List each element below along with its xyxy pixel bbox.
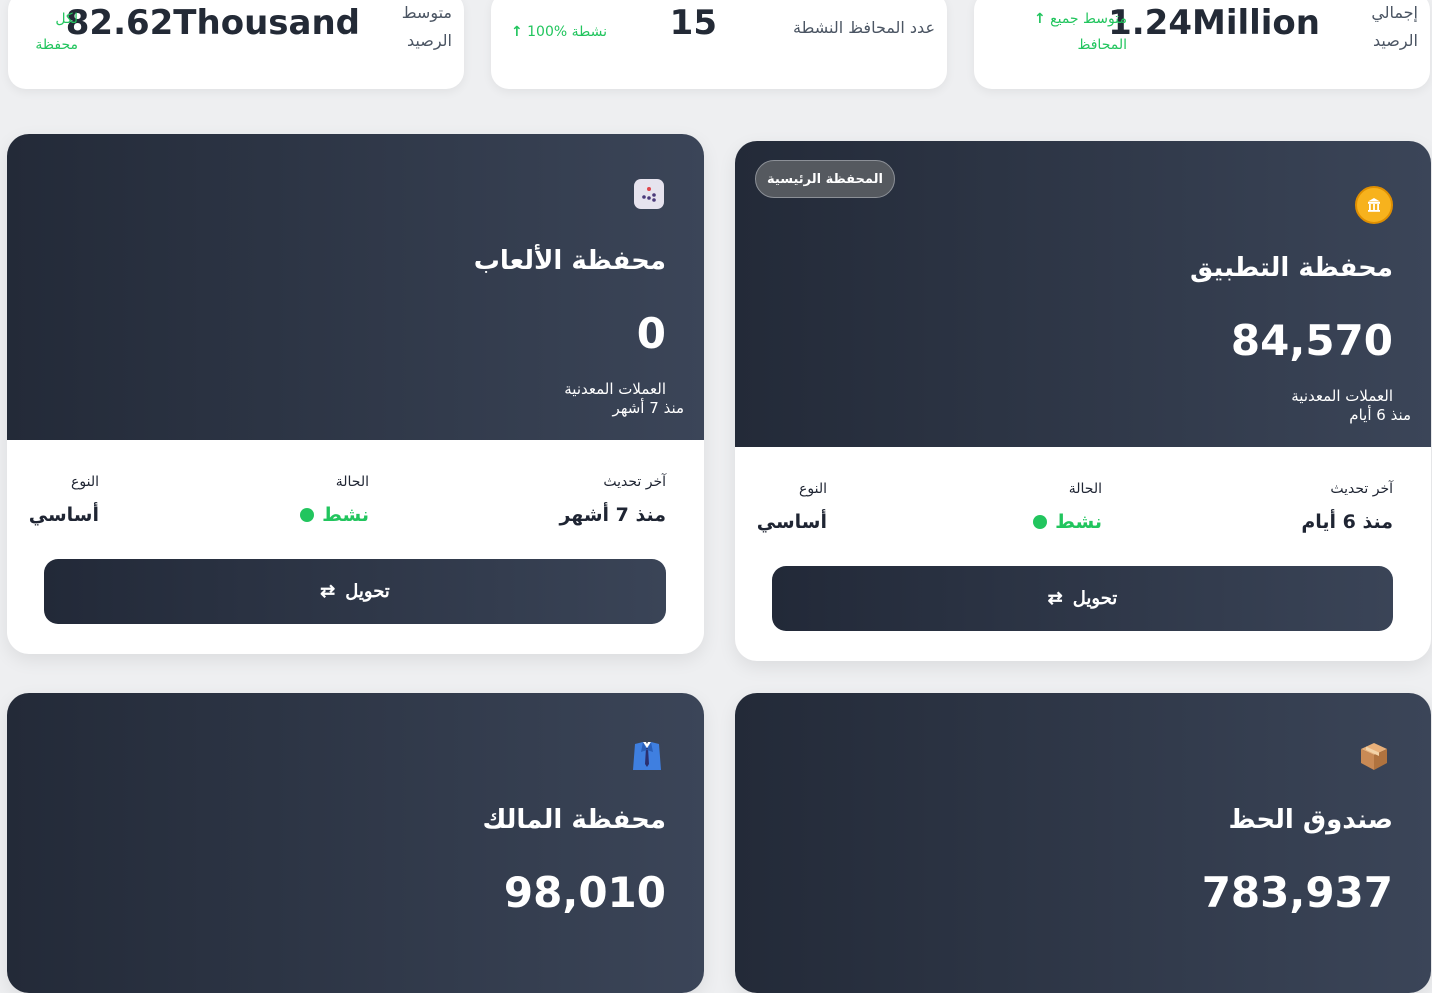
wallet-unit: العملات المعدنية [564,380,666,398]
stat-card-active-wallets: عدد المحافظ النشطة 15 ↑ 100% نشطة [491,0,947,89]
last-update-label: آخر تحديث [603,474,666,490]
last-update-value: منذ 6 أيام [1301,511,1393,533]
swap-arrows-icon: ⇄ [320,581,336,601]
stat-trend: ↑ متوسط جميع المحافظ [1033,11,1127,53]
wallet-hero: المحفظة الرئيسية محفظة التطبيق 84,570 ال… [735,141,1431,447]
stat-card-average-balance: متوسط الرصيد 82.62Thousand لكل محفظة [8,0,464,89]
wallet-balance: 84,570 [1230,316,1393,365]
wallet-balance: 0 [636,309,666,358]
wallet-card-app: المحفظة الرئيسية محفظة التطبيق 84,570 ال… [735,141,1431,661]
main-wallet-badge: المحفظة الرئيسية [755,160,895,198]
status-value: نشط [1033,511,1102,533]
stat-label: إجمالي الرصيد [1371,3,1418,50]
last-update-value: منذ 7 أشهر [559,504,666,526]
stat-trend: لكل محفظة [35,11,78,53]
stat-label: متوسط الرصيد [401,3,452,50]
wallet-hero: محفظة الألعاب 0 العملات المعدنية منذ 7 أ… [7,134,704,440]
status-dot-icon [300,508,315,522]
wallet-hero: صندوق الحظ 783,937 [735,693,1431,993]
transfer-button[interactable]: ⇄ تحويل [44,559,666,624]
arrow-up-icon: ↑ [1033,11,1046,27]
wallet-card-luck-box: صندوق الحظ 783,937 [735,693,1431,993]
type-label: النوع [71,474,99,490]
stat-trend: ↑ 100% نشطة [510,24,607,40]
wallet-since: منذ 7 أشهر [612,399,684,417]
wallet-hero: محفظة المالك 98,010 [7,693,704,993]
wallet-balance: 783,937 [1201,868,1393,917]
type-label: النوع [799,481,827,497]
stat-value: 82.62Thousand [65,3,360,43]
type-value: أساسي [756,511,827,533]
arrow-up-icon: ↑ [510,24,523,40]
wallet-title: محفظة المالك [482,805,666,835]
stat-value: 1.24Million [1108,3,1320,43]
wallet-title: محفظة التطبيق [1190,253,1393,283]
type-value: أساسي [28,504,99,526]
wallet-since: منذ 6 أيام [1349,406,1411,424]
transfer-button[interactable]: ⇄ تحويل [772,566,1393,631]
suit-icon [630,739,664,773]
stat-label: عدد المحافظ النشطة [793,18,935,37]
swap-arrows-icon: ⇄ [1047,588,1063,608]
wallet-unit: العملات المعدنية [1291,387,1393,405]
wallet-title: محفظة الألعاب [473,246,666,276]
wallet-balance: 98,010 [503,868,666,917]
box-icon [1357,739,1391,773]
status-label: الحالة [1068,481,1102,497]
wallet-card-owner: محفظة المالك 98,010 [7,693,704,993]
status-value: نشط [300,504,369,526]
bank-coin-icon [1355,186,1393,224]
last-update-label: آخر تحديث [1330,481,1393,497]
status-label: الحالة [335,474,369,490]
status-dot-icon [1033,515,1048,529]
wallet-title: صندوق الحظ [1228,805,1393,835]
wallet-card-games: محفظة الألعاب 0 العملات المعدنية منذ 7 أ… [7,134,704,654]
dice-icon [634,179,664,209]
stat-value: 15 [669,3,717,43]
stat-card-total-balance: إجمالي الرصيد 1.24Million ↑ متوسط جميع ا… [974,0,1430,89]
